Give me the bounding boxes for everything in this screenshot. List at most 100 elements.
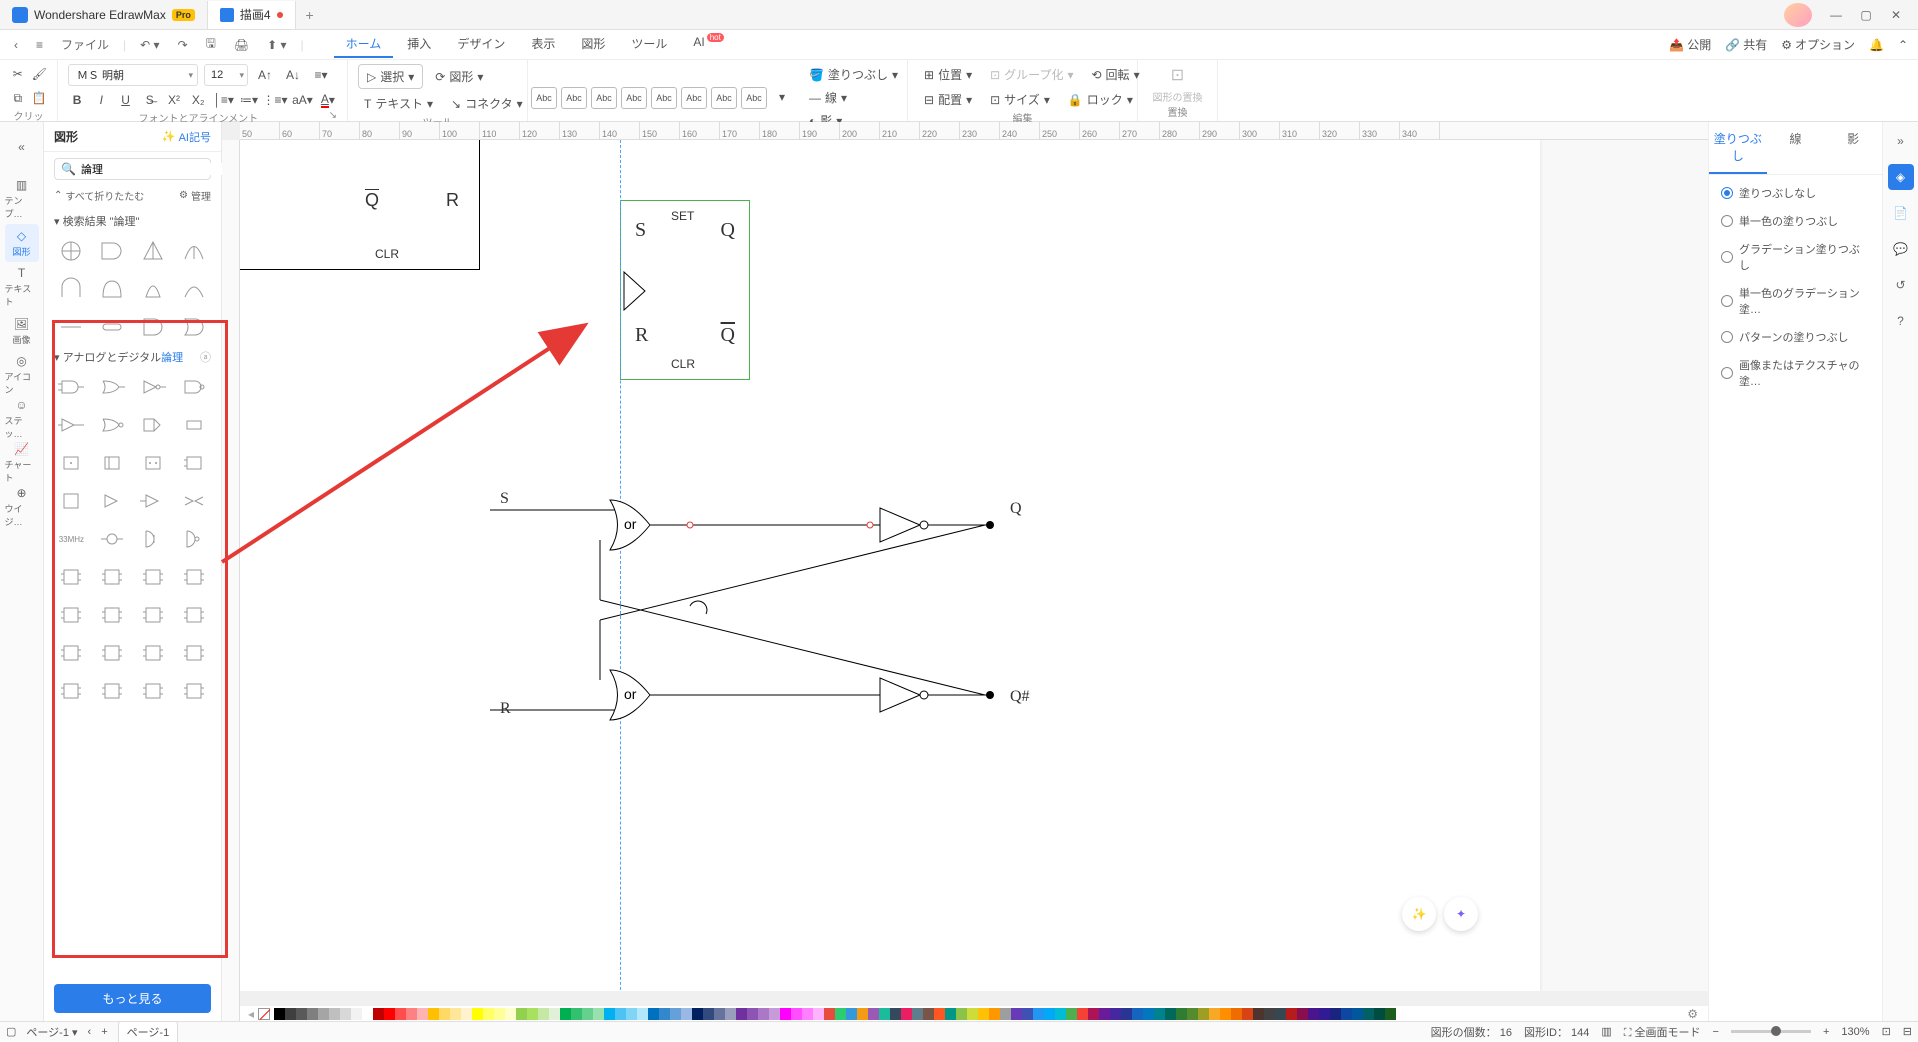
shape-thumbnail[interactable] bbox=[134, 445, 173, 481]
color-swatch[interactable] bbox=[1242, 1008, 1253, 1020]
color-swatch[interactable] bbox=[1132, 1008, 1143, 1020]
no-fill-swatch[interactable] bbox=[258, 1008, 270, 1020]
shape-thumbnail[interactable] bbox=[174, 233, 213, 269]
color-swatch[interactable] bbox=[769, 1008, 780, 1020]
color-swatch[interactable] bbox=[516, 1008, 527, 1020]
color-swatch[interactable] bbox=[1077, 1008, 1088, 1020]
color-swatch[interactable] bbox=[593, 1008, 604, 1020]
left-tab-image[interactable]: 🖼画像 bbox=[5, 312, 39, 350]
color-swatch[interactable] bbox=[296, 1008, 307, 1020]
bullet-button[interactable]: ≔▾ bbox=[240, 90, 258, 110]
color-swatch[interactable] bbox=[846, 1008, 857, 1020]
notification-icon[interactable]: 🔔 bbox=[1869, 38, 1884, 52]
color-swatch[interactable] bbox=[1286, 1008, 1297, 1020]
shape-thumbnail[interactable] bbox=[52, 271, 91, 307]
minimize-button[interactable]: — bbox=[1822, 3, 1850, 27]
shape-search-input[interactable]: 🔍 ✕ bbox=[54, 158, 211, 180]
shape-thumbnail[interactable] bbox=[174, 673, 213, 709]
category-analog-digital[interactable]: ▾ アナログとデジタル論理 ⓐ bbox=[52, 345, 213, 369]
replace-shape-button[interactable]: 図形の置換 bbox=[1153, 89, 1203, 104]
color-swatch[interactable] bbox=[384, 1008, 395, 1020]
fit-page-button[interactable]: ⊡ bbox=[1882, 1025, 1891, 1038]
left-tab-icon[interactable]: ◎アイコン bbox=[5, 356, 39, 394]
shape-thumbnail[interactable] bbox=[174, 483, 213, 519]
color-swatch[interactable] bbox=[1022, 1008, 1033, 1020]
subscript-button[interactable]: X₂ bbox=[189, 90, 207, 110]
fill-option[interactable]: 塗りつぶしなし bbox=[1721, 185, 1870, 201]
zoom-out-button[interactable]: − bbox=[1713, 1026, 1719, 1038]
color-swatch[interactable] bbox=[351, 1008, 362, 1020]
add-tab-button[interactable]: + bbox=[296, 7, 324, 23]
publish-button[interactable]: 📤 公開 bbox=[1669, 36, 1711, 53]
color-swatch[interactable] bbox=[615, 1008, 626, 1020]
shape-thumbnail[interactable] bbox=[93, 521, 132, 557]
more-shapes-button[interactable]: もっと見る bbox=[54, 984, 211, 1013]
style-preset[interactable]: Abc bbox=[711, 87, 737, 109]
shape-thumbnail[interactable] bbox=[52, 559, 91, 595]
style-preset[interactable]: Abc bbox=[651, 87, 677, 109]
color-swatch[interactable] bbox=[912, 1008, 923, 1020]
style-preset[interactable]: Abc bbox=[591, 87, 617, 109]
left-tab-text[interactable]: Tテキスト bbox=[5, 268, 39, 306]
shape-thumbnail[interactable] bbox=[134, 233, 173, 269]
color-swatch[interactable] bbox=[1110, 1008, 1121, 1020]
color-swatch[interactable] bbox=[549, 1008, 560, 1020]
color-swatch[interactable] bbox=[1253, 1008, 1264, 1020]
fill-option[interactable]: グラデーション塗りつぶし bbox=[1721, 241, 1870, 273]
color-swatch[interactable] bbox=[406, 1008, 417, 1020]
color-swatch[interactable] bbox=[483, 1008, 494, 1020]
style-preset[interactable]: Abc bbox=[531, 87, 557, 109]
color-swatch[interactable] bbox=[648, 1008, 659, 1020]
connector-tool-button[interactable]: ↘ コネクタ ▾ bbox=[445, 93, 529, 114]
color-swatch[interactable] bbox=[945, 1008, 956, 1020]
color-swatch[interactable] bbox=[868, 1008, 879, 1020]
tab-insert[interactable]: 挿入 bbox=[395, 31, 443, 58]
color-swatch[interactable] bbox=[1088, 1008, 1099, 1020]
color-swatch[interactable] bbox=[1198, 1008, 1209, 1020]
shape-thumbnail[interactable] bbox=[174, 635, 213, 671]
fill-option[interactable]: 画像またはテクスチャの塗… bbox=[1721, 357, 1870, 389]
expand-right-panel-button[interactable]: » bbox=[1888, 128, 1914, 154]
color-swatch[interactable] bbox=[835, 1008, 846, 1020]
color-swatch[interactable] bbox=[1297, 1008, 1308, 1020]
right-tab-line[interactable]: 線 bbox=[1767, 122, 1825, 174]
color-swatch[interactable] bbox=[736, 1008, 747, 1020]
size-button[interactable]: ⊡ サイズ▾ bbox=[984, 89, 1056, 110]
group-button[interactable]: ⊡ グループ化▾ bbox=[984, 64, 1079, 85]
shape-latch-partial[interactable]: R Q CLR bbox=[240, 140, 480, 270]
color-swatch[interactable] bbox=[417, 1008, 428, 1020]
color-swatch[interactable] bbox=[879, 1008, 890, 1020]
color-swatch[interactable] bbox=[505, 1008, 516, 1020]
file-menu[interactable]: ファイル bbox=[57, 34, 113, 55]
shape-search-field[interactable] bbox=[81, 163, 223, 175]
shape-thumbnail[interactable] bbox=[52, 233, 91, 269]
color-swatch[interactable] bbox=[1220, 1008, 1231, 1020]
format-painter-button[interactable]: 🖌 bbox=[32, 64, 48, 84]
color-swatch[interactable] bbox=[1055, 1008, 1066, 1020]
color-swatch[interactable] bbox=[758, 1008, 769, 1020]
color-swatch[interactable] bbox=[1143, 1008, 1154, 1020]
strike-button[interactable]: S̶ bbox=[141, 90, 159, 110]
color-swatch[interactable] bbox=[604, 1008, 615, 1020]
color-swatch[interactable] bbox=[318, 1008, 329, 1020]
color-swatch[interactable] bbox=[329, 1008, 340, 1020]
color-swatch[interactable] bbox=[670, 1008, 681, 1020]
color-swatch[interactable] bbox=[714, 1008, 725, 1020]
position-button[interactable]: ⊞ 位置▾ bbox=[918, 64, 978, 85]
shape-thumbnail[interactable] bbox=[52, 309, 91, 345]
right-icon-style[interactable]: ◈ bbox=[1888, 164, 1914, 190]
color-swatch[interactable] bbox=[637, 1008, 648, 1020]
close-button[interactable]: ✕ bbox=[1882, 3, 1910, 27]
shape-thumbnail[interactable] bbox=[93, 445, 132, 481]
page-select[interactable]: ページ-1 ▾ bbox=[26, 1024, 77, 1040]
font-family-select[interactable]: ＭＳ 明朝 bbox=[68, 64, 198, 86]
right-icon-history[interactable]: ↺ bbox=[1888, 272, 1914, 298]
color-swatch[interactable] bbox=[1231, 1008, 1242, 1020]
shape-thumbnail[interactable] bbox=[174, 559, 213, 595]
bold-button[interactable]: B bbox=[68, 90, 86, 110]
left-tab-sticker[interactable]: ☺ステッ… bbox=[5, 400, 39, 438]
color-swatch[interactable] bbox=[582, 1008, 593, 1020]
share-button[interactable]: 🔗 共有 bbox=[1725, 36, 1767, 53]
copy-button[interactable]: ⧉ bbox=[10, 88, 26, 108]
color-swatch[interactable] bbox=[703, 1008, 714, 1020]
